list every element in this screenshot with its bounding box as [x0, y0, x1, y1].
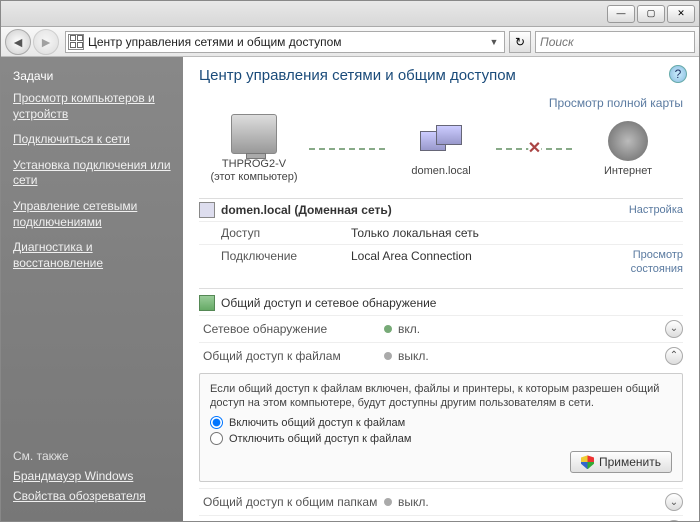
maximize-button[interactable]: ▢ [637, 5, 665, 23]
option-use-sharing: Использование общего доступа ⌄ [199, 515, 683, 521]
public-sharing-value: выкл. [398, 495, 429, 509]
view-full-map-link[interactable]: Просмотр полной карты [199, 96, 683, 110]
body: Задачи Просмотр компьютеров и устройств … [1, 57, 699, 521]
node-internet[interactable]: Интернет [573, 121, 683, 178]
radio-disable-input[interactable] [210, 432, 223, 445]
address-dropdown-icon[interactable]: ▼ [486, 37, 502, 47]
main-content: ? Центр управления сетями и общим доступ… [183, 57, 699, 521]
public-sharing-label: Общий доступ к общим папкам [199, 495, 384, 509]
file-sharing-label: Общий доступ к файлам [199, 349, 384, 363]
expand-button[interactable]: ⌄ [665, 493, 683, 511]
task-setup-connection[interactable]: Установка подключения или сети [13, 158, 171, 189]
node-domain-name: domen.local [386, 165, 496, 178]
search-box[interactable] [535, 31, 695, 53]
connection-line [309, 148, 386, 150]
sharing-icon [199, 295, 215, 311]
search-input[interactable] [540, 35, 690, 49]
node-pc-sub: (этот компьютер) [199, 171, 309, 184]
node-this-pc[interactable]: THPROG2-V (этот компьютер) [199, 114, 309, 184]
sharing-section-header: Общий доступ и сетевое обнаружение [199, 288, 683, 315]
address-bar[interactable]: Центр управления сетями и общим доступом… [65, 31, 505, 53]
access-label: Доступ [221, 226, 351, 240]
task-manage-connections[interactable]: Управление сетевыми подключениями [13, 199, 171, 230]
radio-enable-input[interactable] [210, 416, 223, 429]
titlebar: — ▢ ✕ [1, 1, 699, 27]
shield-icon [581, 455, 594, 469]
connection-line-broken [496, 148, 573, 150]
expand-button[interactable]: ⌄ [665, 320, 683, 338]
view-status-link[interactable]: Просмотр состояния [603, 249, 683, 275]
access-value: Только локальная сеть [351, 226, 683, 240]
network-section-header: domen.local (Доменная сеть) Настройка [199, 198, 683, 221]
network-icon [418, 121, 464, 161]
task-diagnose-repair[interactable]: Диагностика и восстановление [13, 240, 171, 271]
file-sharing-description: Если общий доступ к файлам включен, файл… [210, 382, 672, 411]
apply-label: Применить [599, 455, 661, 469]
option-file-sharing: Общий доступ к файлам выкл. ⌃ [199, 342, 683, 369]
connection-value: Local Area Connection [351, 249, 603, 275]
refresh-button[interactable]: ↻ [509, 31, 531, 53]
radio-enable-file-sharing[interactable]: Включить общий доступ к файлам [210, 416, 672, 429]
page-title: Центр управления сетями и общим доступом [199, 67, 683, 84]
network-title: domen.local (Доменная сеть) [221, 203, 629, 217]
file-sharing-value: выкл. [398, 349, 429, 363]
link-internet-options[interactable]: Свойства обозревателя [13, 489, 171, 503]
close-button[interactable]: ✕ [667, 5, 695, 23]
node-internet-name: Интернет [573, 165, 683, 178]
customize-link[interactable]: Настройка [629, 204, 683, 216]
status-dot-on-icon [384, 325, 392, 333]
status-dot-off-icon [384, 352, 392, 360]
status-dot-off-icon [384, 498, 392, 506]
file-sharing-detail: Если общий доступ к файлам включен, файл… [199, 373, 683, 483]
task-view-computers[interactable]: Просмотр компьютеров и устройств [13, 91, 171, 122]
forward-button[interactable]: ► [33, 29, 59, 55]
option-network-discovery: Сетевое обнаружение вкл. ⌄ [199, 315, 683, 342]
see-also-header: См. также [13, 449, 171, 463]
address-text: Центр управления сетями и общим доступом [88, 35, 486, 49]
sidebar: Задачи Просмотр компьютеров и устройств … [1, 57, 183, 521]
globe-icon [605, 121, 651, 161]
row-access: Доступ Только локальная сеть [199, 221, 683, 244]
control-panel-icon [68, 34, 84, 50]
node-domain[interactable]: domen.local [386, 121, 496, 178]
help-icon[interactable]: ? [669, 65, 687, 83]
network-map: THPROG2-V (этот компьютер) domen.local И… [199, 114, 683, 184]
link-firewall[interactable]: Брандмауэр Windows [13, 469, 171, 483]
node-pc-name: THPROG2-V [199, 158, 309, 171]
radio-disable-label: Отключить общий доступ к файлам [229, 433, 411, 445]
window: — ▢ ✕ ◄ ► Центр управления сетями и общи… [0, 0, 700, 522]
option-public-folder-sharing: Общий доступ к общим папкам выкл. ⌄ [199, 488, 683, 515]
tasks-header: Задачи [13, 69, 171, 83]
radio-enable-label: Включить общий доступ к файлам [229, 417, 405, 429]
navbar: ◄ ► Центр управления сетями и общим дост… [1, 27, 699, 57]
minimize-button[interactable]: — [607, 5, 635, 23]
computer-icon [231, 114, 277, 154]
collapse-button[interactable]: ⌃ [665, 347, 683, 365]
network-small-icon [199, 202, 215, 218]
expand-button[interactable]: ⌄ [665, 520, 683, 521]
discovery-label: Сетевое обнаружение [199, 322, 384, 336]
sharing-title: Общий доступ и сетевое обнаружение [221, 296, 436, 310]
connection-label: Подключение [221, 249, 351, 275]
discovery-value: вкл. [398, 322, 420, 336]
row-connection: Подключение Local Area Connection Просмо… [199, 244, 683, 279]
apply-button[interactable]: Применить [570, 451, 672, 473]
radio-disable-file-sharing[interactable]: Отключить общий доступ к файлам [210, 432, 672, 445]
task-connect-network[interactable]: Подключиться к сети [13, 132, 171, 148]
back-button[interactable]: ◄ [5, 29, 31, 55]
